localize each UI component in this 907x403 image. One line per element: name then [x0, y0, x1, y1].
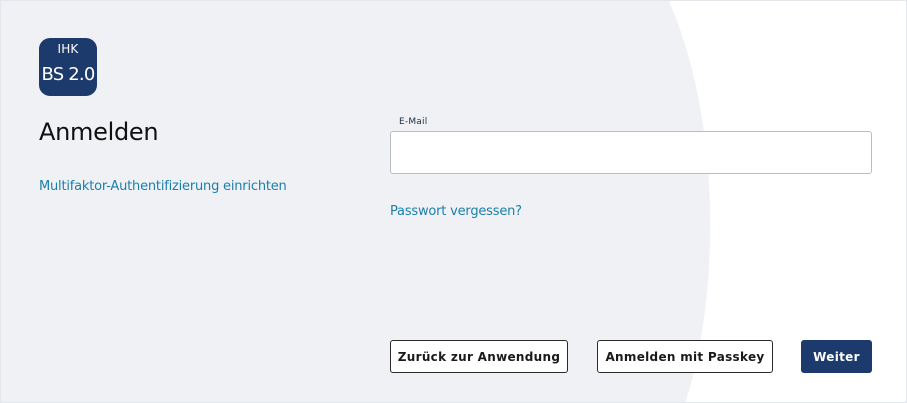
passkey-login-button[interactable]: Anmelden mit Passkey: [597, 340, 773, 373]
page-title: Anmelden: [39, 118, 159, 146]
ihk-bs-logo: IHK BS 2.0: [39, 38, 97, 96]
login-page: IHK BS 2.0 Anmelden Multifaktor-Authenti…: [0, 0, 907, 403]
logo-line-1: IHK: [57, 42, 79, 56]
back-to-application-button[interactable]: Zurück zur Anwendung: [390, 340, 568, 373]
logo-line-2: BS 2.0: [41, 64, 95, 85]
next-button[interactable]: Weiter: [801, 340, 872, 373]
email-field[interactable]: [390, 131, 872, 174]
email-label: E-Mail: [399, 117, 428, 127]
mfa-setup-link[interactable]: Multifaktor-Authentifizierung einrichten: [39, 179, 287, 194]
forgot-password-link[interactable]: Passwort vergessen?: [390, 204, 522, 219]
